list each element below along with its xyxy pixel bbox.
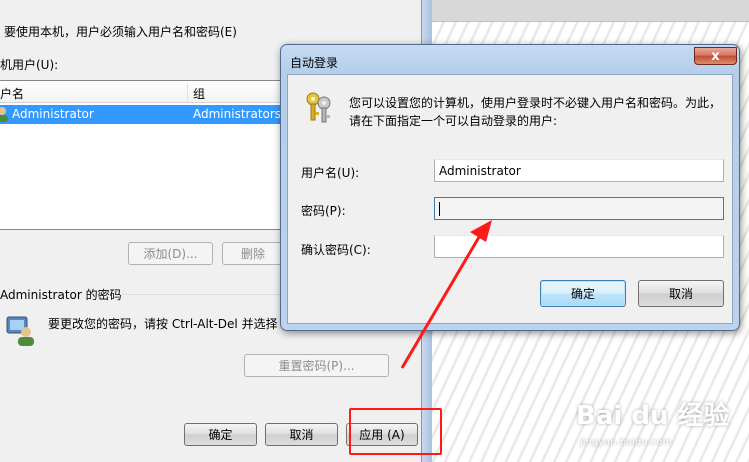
auto-login-dialog: 自动登录 x 您可以设置您的计算机，使用户登录时不必键入用户名和密码。为此， 请… xyxy=(280,44,740,331)
dialog-description-line2: 请在下面指定一个可以自动登录的用户: xyxy=(349,114,558,128)
password-section-title: Administrator 的密码 xyxy=(0,288,122,302)
password-label: 密码(P): xyxy=(301,204,346,218)
background-window-bar xyxy=(432,0,749,22)
close-icon[interactable]: x xyxy=(694,47,737,65)
highlight-box xyxy=(349,408,442,455)
list-item[interactable]: Administrator Administrators xyxy=(0,105,281,124)
confirm-password-label: 确认密码(C): xyxy=(301,243,371,257)
users-list-label: 机用户(U): xyxy=(0,58,59,72)
username-field[interactable]: Administrator xyxy=(434,159,724,182)
password-field[interactable] xyxy=(434,197,724,220)
column-header-username[interactable]: 户名 xyxy=(0,85,24,102)
auto-login-cancel-button[interactable]: 取消 xyxy=(638,280,724,307)
confirm-password-field[interactable] xyxy=(434,235,724,258)
user-icon xyxy=(0,106,10,122)
dialog-description-line1: 您可以设置您的计算机，使用户登录时不必键入用户名和密码。为此， xyxy=(349,96,722,110)
dialog-client-area: 您可以设置您的计算机，使用户登录时不必键入用户名和密码。为此， 请在下面指定一个… xyxy=(287,74,733,324)
ok-button[interactable]: 确定 xyxy=(184,423,257,446)
password-change-hint: 要更改您的密码，请按 Ctrl-Alt-Del 并选择 xyxy=(48,317,278,331)
delete-user-button[interactable]: 删除 xyxy=(222,242,284,265)
add-user-button[interactable]: 添加(D)... xyxy=(128,242,213,265)
username-label: 用户名(U): xyxy=(301,166,360,180)
user-row-name: Administrator xyxy=(12,107,94,121)
watermark-logo: Bai du 经验 xyxy=(576,401,730,431)
users-list-header: 户名 组 xyxy=(0,81,281,103)
column-header-group[interactable]: 组 xyxy=(193,85,205,102)
dialog-title: 自动登录 xyxy=(290,56,339,70)
user-password-icon xyxy=(4,313,38,347)
auto-login-checkbox-label[interactable]: 要使用本机，用户必须输入用户名和密码(E) xyxy=(4,23,237,40)
watermark-url: jingyan.baidu.com xyxy=(580,437,673,448)
reset-password-button[interactable]: 重置密码(P)... xyxy=(244,354,389,377)
auto-login-ok-button[interactable]: 确定 xyxy=(540,280,626,307)
keys-icon xyxy=(304,90,336,124)
users-list[interactable]: 户名 组 Administrator Administrators xyxy=(0,80,281,230)
user-row-group: Administrators xyxy=(193,107,282,121)
cancel-button[interactable]: 取消 xyxy=(265,423,338,446)
text-caret xyxy=(439,201,440,216)
